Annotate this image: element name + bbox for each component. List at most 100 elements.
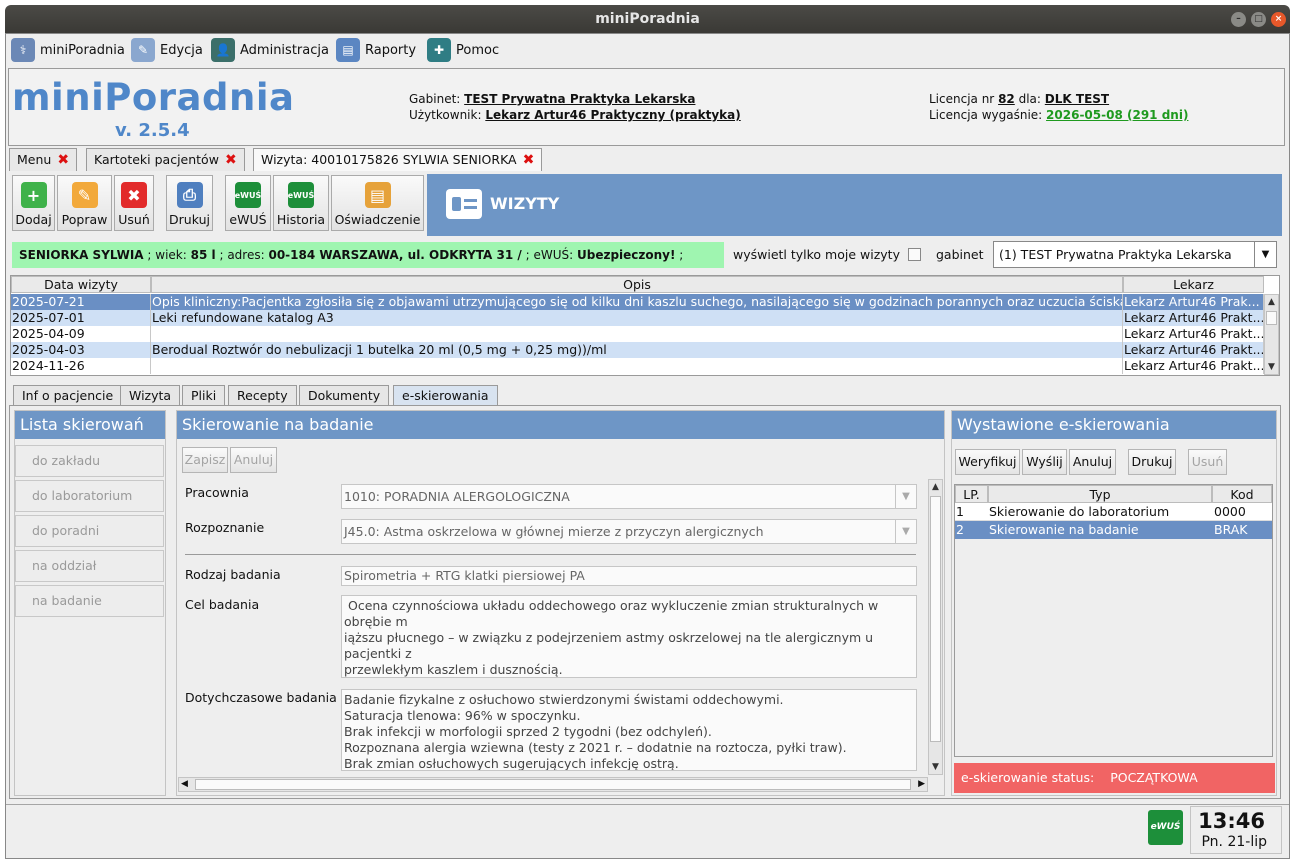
scroll-thumb[interactable] (1266, 311, 1277, 325)
chevron-down-icon[interactable]: ▼ (1254, 242, 1276, 267)
col-header-desc[interactable]: Opis (151, 276, 1123, 293)
form-hscrollbar[interactable]: ◀ ▶ (178, 777, 928, 792)
tab-wizyta[interactable]: Wizyta: 40010175826 SYLWIA SENIORKA ✖ (253, 148, 543, 171)
send-button[interactable]: Wyślij (1022, 449, 1067, 475)
issued-title: Wystawione e-skierowania (952, 411, 1276, 439)
scroll-thumb[interactable] (930, 496, 941, 742)
tab-patient-info[interactable]: Inf o pacjencie (13, 385, 123, 405)
scroll-thumb[interactable] (195, 779, 911, 790)
cell-code: 0000 (1214, 504, 1246, 519)
menu-edycja[interactable]: ✎ Edycja (131, 38, 203, 62)
history-button[interactable]: eWUŚ Historia (273, 175, 329, 231)
form-vscrollbar[interactable]: ▲ ▼ (928, 479, 943, 775)
referral-to-clinic-button[interactable]: do poradni (15, 515, 164, 547)
gabinet-select[interactable]: (1) TEST Prywatna Praktyka Lekarska ▼ (993, 241, 1277, 268)
header-licence: Licencja nr 82 dla: DLK TEST Licencja wy… (929, 91, 1188, 123)
only-mine-checkbox[interactable] (908, 248, 921, 261)
save-button[interactable]: Zapisz (182, 447, 228, 473)
label: Użytkownik: (409, 108, 482, 122)
delete-referral-button[interactable]: Usuń (1188, 449, 1227, 475)
table-row[interactable]: 2025-07-21 Opis kliniczny:Pacjentka zgło… (11, 294, 1264, 310)
close-tab-icon[interactable]: ✖ (523, 149, 535, 171)
table-row[interactable]: 2 Skierowanie na badanie BRAK (955, 521, 1272, 539)
chevron-down-icon[interactable]: ▼ (895, 520, 916, 543)
scroll-up-icon[interactable]: ▲ (929, 480, 942, 494)
cell-desc: Leki refundowane katalog A3 (151, 310, 1123, 326)
print-button[interactable]: ⎙ Drukuj (166, 175, 213, 231)
col-header-type[interactable]: Typ (988, 485, 1212, 503)
ewus-button[interactable]: eWUŚ eWUŚ (225, 175, 271, 231)
cell-date: 2025-04-09 (11, 326, 151, 342)
print-referral-button[interactable]: Drukuj (1128, 449, 1176, 475)
cell-desc: Opis kliniczny:Pacjentka zgłosiła się z … (152, 294, 1123, 310)
close-icon[interactable]: × (1271, 12, 1286, 27)
pracownia-select[interactable]: 1010: PORADNIA ALERGOLOGICZNA ▼ (341, 484, 917, 509)
diagnosis-select[interactable]: J45.0: Astma oskrzelowa w głównej mierze… (341, 519, 917, 544)
cancel-button[interactable]: Anuluj (230, 447, 277, 473)
close-tab-icon[interactable]: ✖ (57, 149, 69, 171)
only-mine-label: wyświetl tylko moje wizyty (733, 247, 900, 262)
menu-bar: ⚕ miniPoradnia ✎ Edycja 👤 Administracja … (6, 34, 1289, 66)
minimize-icon[interactable]: – (1231, 12, 1246, 27)
col-header-doctor[interactable]: Lekarz (1123, 276, 1264, 293)
cancel-referral-button[interactable]: Anuluj (1069, 449, 1116, 475)
licence-holder: DLK TEST (1044, 92, 1110, 106)
admin-icon: 👤 (211, 38, 235, 62)
tab-visit[interactable]: Wizyta (120, 385, 181, 405)
scroll-down-icon[interactable]: ▼ (929, 760, 942, 774)
previous-exams-textarea[interactable]: Badanie fizykalne z osłuchowo stwierdzon… (341, 689, 917, 771)
delete-button[interactable]: ✖ Usuń (114, 175, 154, 231)
menu-pomoc[interactable]: ✚ Pomoc (427, 38, 499, 62)
chevron-down-icon[interactable]: ▼ (895, 485, 916, 508)
tab-files[interactable]: Pliki (182, 385, 226, 405)
help-icon: ✚ (427, 38, 451, 62)
label: dla: (1018, 92, 1041, 106)
menu-raporty[interactable]: ▤ Raporty (336, 38, 416, 62)
tab-documents[interactable]: Dokumenty (299, 385, 390, 405)
table-row[interactable]: 2025-04-03 Berodual Roztwór do nebulizac… (11, 342, 1264, 358)
scroll-right-icon[interactable]: ▶ (918, 778, 925, 791)
maximize-icon[interactable]: □ (1251, 12, 1266, 27)
statement-button[interactable]: ▤ Oświadczenie (331, 175, 424, 231)
document-icon: ▤ (364, 182, 391, 208)
scroll-up-icon[interactable]: ▲ (1265, 295, 1278, 309)
exam-purpose-textarea[interactable]: Ocena czynnościowa układu oddechowego or… (341, 595, 917, 678)
col-header-code[interactable]: Kod (1212, 485, 1272, 503)
verify-button[interactable]: Weryfikuj (955, 449, 1020, 475)
tab-label: Wizyta: 40010175826 SYLWIA SENIORKA (261, 152, 517, 167)
tab-menu[interactable]: Menu ✖ (9, 148, 78, 171)
user-name: Lekarz Artur46 Praktyczny (praktyka) (485, 108, 741, 122)
edit-button[interactable]: ✎ Popraw (57, 175, 112, 231)
table-row[interactable]: 1 Skierowanie do laboratorium 0000 (955, 503, 1272, 521)
licence-expiry: 2026-05-08 (291 dni) (1046, 108, 1189, 122)
ewus-status-icon[interactable]: eWUŚ (1148, 810, 1183, 845)
clock-time: 13:46 (1198, 809, 1265, 833)
exam-type-input[interactable]: Spirometria + RTG klatki piersiowej PA (341, 566, 917, 586)
referral-to-facility-button[interactable]: do zakładu (15, 445, 164, 477)
cell-date: 2025-07-21 (11, 294, 151, 310)
add-button[interactable]: + Dodaj (12, 175, 55, 231)
visits-scrollbar[interactable]: ▲ ▼ (1264, 294, 1279, 375)
tab-prescriptions[interactable]: Recepty (228, 385, 297, 405)
table-row[interactable]: 2024-11-26 Lekarz Artur46 Prakt... (11, 358, 1264, 374)
edit-icon: ✎ (131, 38, 155, 62)
menu-miniporadnia[interactable]: ⚕ miniPoradnia (11, 38, 125, 62)
table-row[interactable]: 2025-04-09 Lekarz Artur46 Prakt... (11, 326, 1264, 342)
col-header-lp[interactable]: LP. (955, 485, 988, 503)
select-value: 1010: PORADNIA ALERGOLOGICZNA (344, 489, 570, 504)
table-row[interactable]: 2025-07-01 Leki refundowane katalog A3 L… (11, 310, 1264, 326)
tab-e-referrals[interactable]: e-skierowania (393, 385, 498, 405)
button-label: Usuń (118, 212, 150, 227)
banner-title: WIZYTY (490, 194, 560, 213)
menu-administracja[interactable]: 👤 Administracja (211, 38, 329, 62)
ewus-badge: eWUŚ (1150, 822, 1181, 832)
col-header-date[interactable]: Data wizyty (11, 276, 151, 293)
tab-kartoteki[interactable]: Kartoteki pacjentów ✖ (86, 148, 245, 171)
referral-exam-button[interactable]: na badanie (15, 585, 164, 617)
referral-to-ward-button[interactable]: na oddział (15, 550, 164, 582)
close-tab-icon[interactable]: ✖ (225, 149, 237, 171)
referral-to-lab-button[interactable]: do laboratorium (15, 480, 164, 512)
scroll-down-icon[interactable]: ▼ (1265, 360, 1278, 374)
scroll-left-icon[interactable]: ◀ (181, 778, 188, 791)
referral-list-title: Lista skierowań (15, 411, 165, 439)
